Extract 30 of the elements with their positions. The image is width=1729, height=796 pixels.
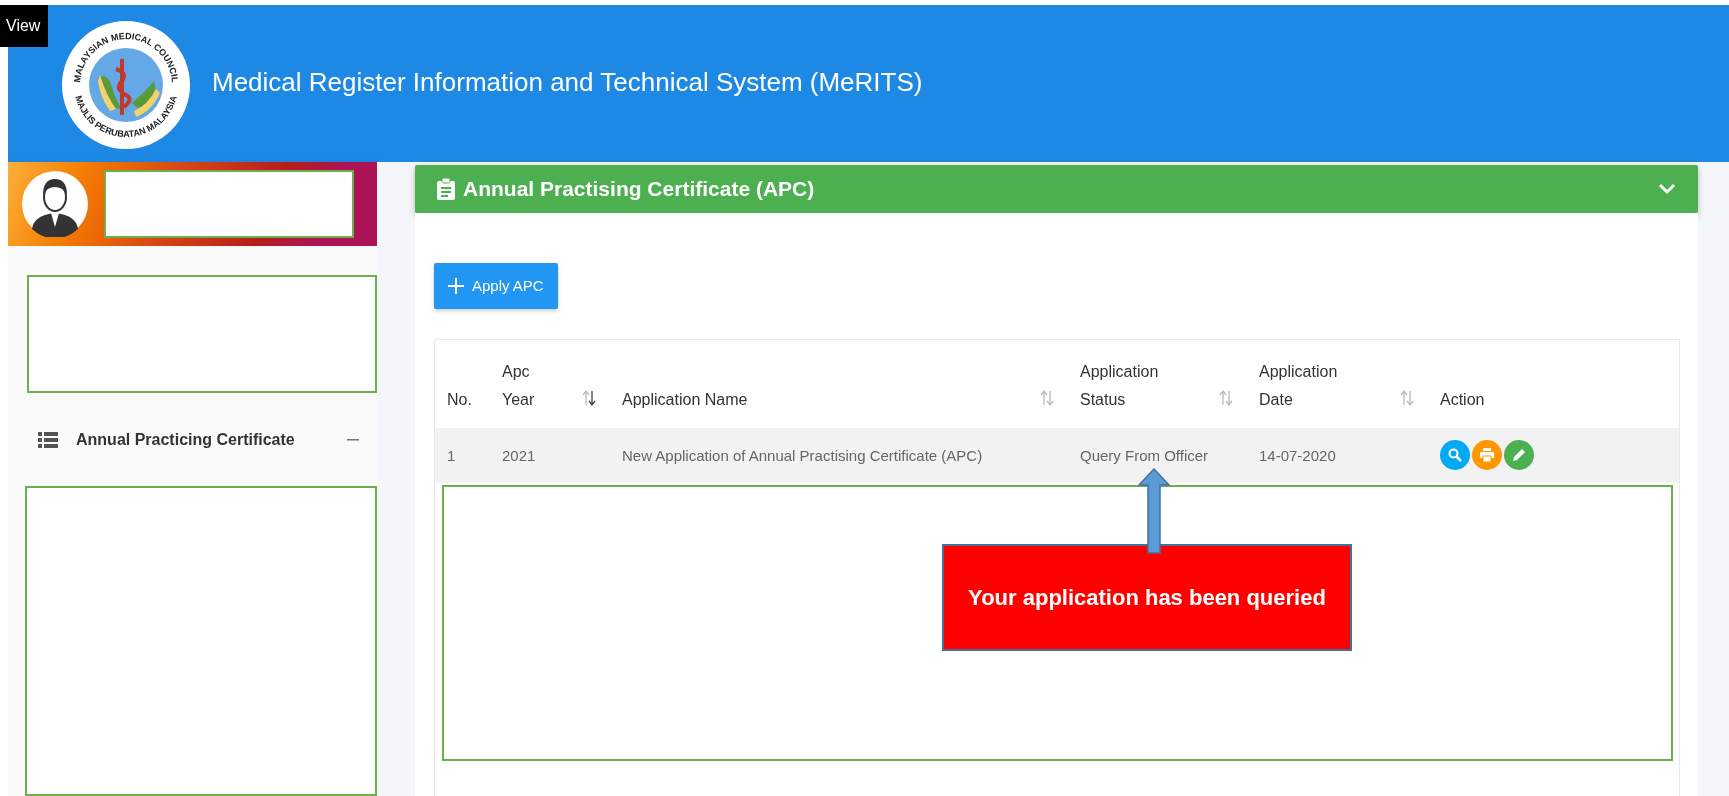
printer-icon <box>1480 448 1494 462</box>
table-cell: 1 <box>435 428 490 483</box>
column-header[interactable]: No. <box>447 386 472 414</box>
table-cell: 2021 <box>490 428 610 483</box>
menu-label: Annual Practicing Certificate <box>76 429 296 450</box>
view-button[interactable] <box>1440 440 1470 470</box>
sidebar-menu-item[interactable]: Annual Practicing Certificate <box>8 393 377 486</box>
corner-label: View <box>0 5 49 47</box>
app-title: Medical Register Information and Technical System (MeRITS) <box>212 66 923 99</box>
column-header[interactable]: Apc Year <box>502 358 552 414</box>
column-header[interactable]: Application Date <box>1259 358 1359 414</box>
table-cell: New Application of Annual Practising Certificate (APC) <box>610 428 1068 483</box>
minus-icon <box>347 438 359 441</box>
plus-icon <box>448 278 464 294</box>
column-header[interactable]: Application Name <box>622 386 748 414</box>
sort-icon[interactable] <box>582 390 596 406</box>
callout-note: Your application has been queried <box>942 544 1352 651</box>
edit-button[interactable] <box>1504 440 1534 470</box>
list-icon <box>38 430 58 449</box>
clipboard-icon <box>437 178 455 200</box>
card-title: Annual Practising Certificate (APC) <box>463 176 816 203</box>
pencil-icon <box>1512 448 1526 462</box>
avatar-icon <box>22 171 88 237</box>
print-button[interactable] <box>1472 440 1502 470</box>
search-icon <box>1448 448 1462 462</box>
table-cell: Query From Officer <box>1068 428 1247 483</box>
chevron-icon[interactable] <box>1658 183 1677 195</box>
column-header[interactable]: Application Status <box>1080 358 1180 414</box>
column-header[interactable]: Action <box>1440 386 1485 414</box>
table-cell: 14-07-2020 <box>1247 428 1428 483</box>
